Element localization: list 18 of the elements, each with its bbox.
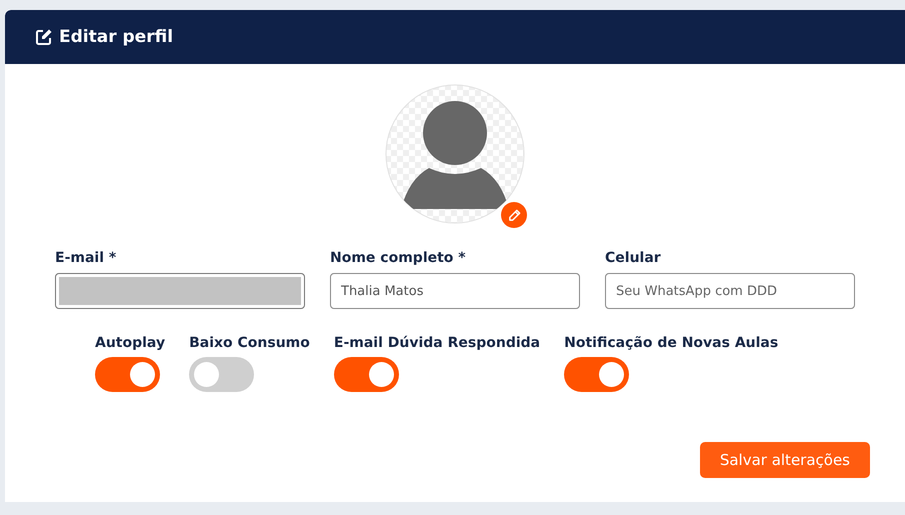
toggle-label: Baixo Consumo [189, 335, 310, 351]
toggle-switch[interactable] [334, 357, 399, 392]
field-label: E-mail * [55, 250, 118, 266]
page-title: Editar perfil [59, 27, 174, 47]
toggle-label: Notificação de Novas Aulas [564, 335, 778, 351]
edit-icon [35, 28, 53, 46]
input-field[interactable]: Thalia Matos [330, 273, 580, 309]
email-field[interactable] [55, 273, 305, 309]
edit-photo-button[interactable] [501, 202, 527, 228]
toggle-switch[interactable] [564, 357, 630, 392]
toggle-switch[interactable] [95, 357, 160, 392]
toggle-label: E-mail Dúvida Respondida [334, 335, 540, 351]
pencil-icon [508, 208, 520, 222]
field-label: Celular [605, 250, 662, 266]
input-field[interactable]: Seu WhatsApp com DDD [605, 273, 855, 309]
toggle-switch[interactable] [189, 357, 254, 392]
toggle-label: Autoplay [95, 335, 166, 351]
field-label: Nome completo * [330, 250, 467, 266]
